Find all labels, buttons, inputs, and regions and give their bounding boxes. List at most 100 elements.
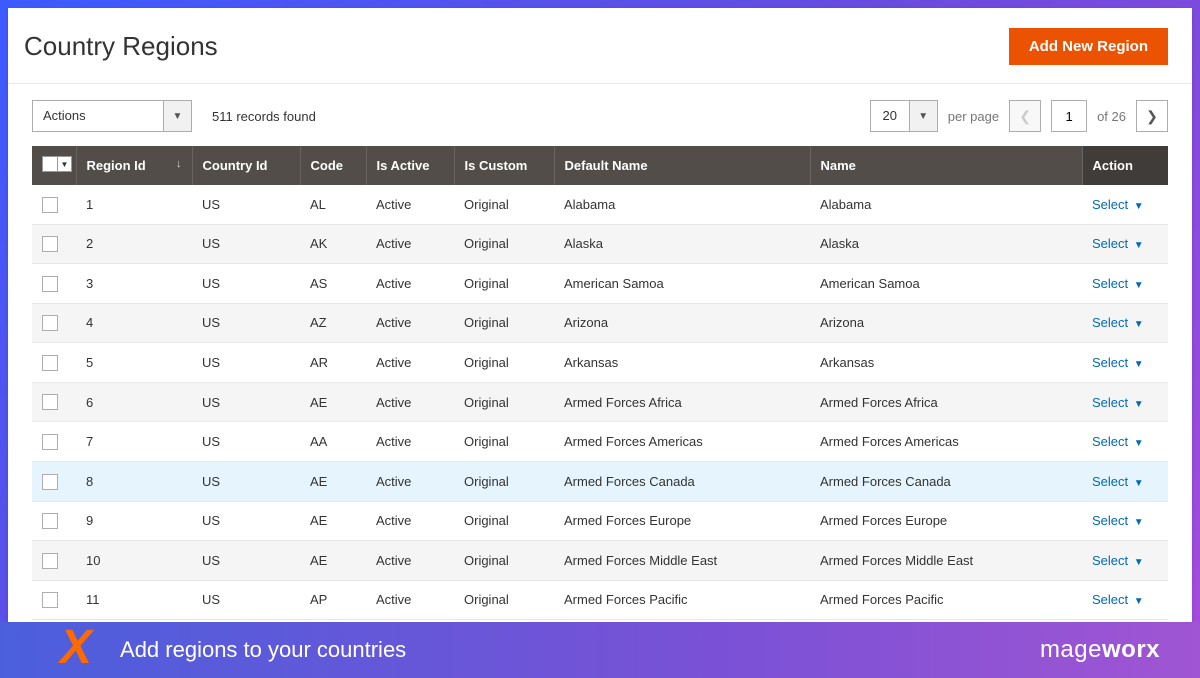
select-all-checkbox[interactable] [42,156,58,172]
cell-is-active: Active [366,580,454,620]
cell-is-custom: Original [454,185,554,224]
cell-code: AE [300,382,366,422]
row-checkbox[interactable] [42,394,58,410]
cell-country-id: US [192,501,300,541]
cell-country-id: US [192,303,300,343]
row-checkbox[interactable] [42,434,58,450]
row-checkbox[interactable] [42,592,58,608]
chevron-down-icon[interactable]: ▼ [58,156,72,172]
row-checkbox[interactable] [42,553,58,569]
column-region-id[interactable]: Region Id ↓ [76,146,192,185]
column-default-name[interactable]: Default Name [554,146,810,185]
brand-x-icon: X [60,624,92,672]
cell-is-active: Active [366,224,454,264]
cell-default-name: Arizona [554,303,810,343]
column-country-id[interactable]: Country Id [192,146,300,185]
cell-default-name: Armed Forces Europe [554,501,810,541]
table-row[interactable]: 7USAAActiveOriginalArmed Forces Americas… [32,422,1168,462]
row-checkbox[interactable] [42,276,58,292]
chevron-down-icon: ▼ [1134,319,1144,330]
next-page-button[interactable]: ❯ [1136,100,1168,132]
cell-name: Armed Forces Europe [810,501,1082,541]
row-action-select[interactable]: Select ▼ [1092,276,1144,291]
grid: ▼ Region Id ↓ Country Id Code Is Active … [8,146,1192,620]
row-action-select[interactable]: Select ▼ [1092,434,1144,449]
chevron-down-icon: ▼ [1134,240,1144,251]
row-checkbox[interactable] [42,355,58,371]
row-checkbox[interactable] [42,236,58,252]
actions-dropdown[interactable]: Actions ▼ [32,100,192,132]
grid-toolbar: Actions ▼ 511 records found 20 ▼ per pag… [8,84,1192,146]
cell-name: Armed Forces Americas [810,422,1082,462]
row-checkbox[interactable] [42,513,58,529]
table-header-row: ▼ Region Id ↓ Country Id Code Is Active … [32,146,1168,185]
table-row[interactable]: 2USAKActiveOriginalAlaskaAlaskaSelect ▼ [32,224,1168,264]
cell-is-active: Active [366,501,454,541]
row-action-select[interactable]: Select ▼ [1092,395,1144,410]
per-page-select[interactable]: 20 ▼ [870,100,938,132]
chevron-down-icon[interactable]: ▼ [163,101,191,131]
add-new-region-button[interactable]: Add New Region [1009,28,1168,65]
cell-country-id: US [192,264,300,304]
promo-tagline: Add regions to your countries [120,637,406,663]
column-code[interactable]: Code [300,146,366,185]
table-row[interactable]: 6USAEActiveOriginalArmed Forces AfricaAr… [32,382,1168,422]
cell-country-id: US [192,580,300,620]
row-action-select[interactable]: Select ▼ [1092,553,1144,568]
chevron-down-icon: ▼ [1134,359,1144,370]
table-row[interactable]: 11USAPActiveOriginalArmed Forces Pacific… [32,580,1168,620]
cell-code: AA [300,422,366,462]
page-of-label: of 26 [1097,109,1126,124]
cell-is-custom: Original [454,461,554,501]
cell-code: AK [300,224,366,264]
column-is-custom[interactable]: Is Custom [454,146,554,185]
cell-region-id: 7 [76,422,192,462]
chevron-down-icon: ▼ [1134,438,1144,449]
table-row[interactable]: 1USALActiveOriginalAlabamaAlabamaSelect … [32,185,1168,224]
row-action-select[interactable]: Select ▼ [1092,355,1144,370]
cell-name: American Samoa [810,264,1082,304]
cell-is-active: Active [366,264,454,304]
cell-is-custom: Original [454,501,554,541]
row-action-select[interactable]: Select ▼ [1092,236,1144,251]
row-action-select[interactable]: Select ▼ [1092,592,1144,607]
table-row[interactable]: 8USAEActiveOriginalArmed Forces CanadaAr… [32,461,1168,501]
cell-name: Armed Forces Pacific [810,580,1082,620]
table-row[interactable]: 9USAEActiveOriginalArmed Forces EuropeAr… [32,501,1168,541]
row-action-select[interactable]: Select ▼ [1092,474,1144,489]
chevron-down-icon[interactable]: ▼ [909,101,937,131]
cell-is-custom: Original [454,382,554,422]
brand-logo: mageworx [1040,636,1160,664]
chevron-down-icon: ▼ [1134,596,1144,607]
table-row[interactable]: 5USARActiveOriginalArkansasArkansasSelec… [32,343,1168,383]
row-action-select[interactable]: Select ▼ [1092,315,1144,330]
table-row[interactable]: 4USAZActiveOriginalArizonaArizonaSelect … [32,303,1168,343]
column-name[interactable]: Name [810,146,1082,185]
row-checkbox[interactable] [42,474,58,490]
table-row[interactable]: 10USAEActiveOriginalArmed Forces Middle … [32,541,1168,581]
column-checkbox[interactable]: ▼ [32,146,76,185]
page-number-input[interactable] [1051,100,1087,132]
cell-is-active: Active [366,343,454,383]
row-checkbox[interactable] [42,197,58,213]
cell-is-custom: Original [454,343,554,383]
column-action: Action [1082,146,1168,185]
prev-page-button[interactable]: ❮ [1009,100,1041,132]
cell-is-active: Active [366,185,454,224]
cell-country-id: US [192,541,300,581]
row-checkbox[interactable] [42,315,58,331]
table-row[interactable]: 3USASActiveOriginalAmerican SamoaAmerica… [32,264,1168,304]
chevron-down-icon: ▼ [1134,399,1144,410]
row-action-select[interactable]: Select ▼ [1092,513,1144,528]
cell-default-name: Armed Forces Africa [554,382,810,422]
cell-region-id: 3 [76,264,192,304]
page-header: Country Regions Add New Region [8,8,1192,84]
cell-region-id: 10 [76,541,192,581]
column-is-active[interactable]: Is Active [366,146,454,185]
row-action-select[interactable]: Select ▼ [1092,197,1144,212]
cell-default-name: Alabama [554,185,810,224]
cell-region-id: 4 [76,303,192,343]
cell-code: AE [300,501,366,541]
cell-region-id: 11 [76,580,192,620]
cell-country-id: US [192,382,300,422]
